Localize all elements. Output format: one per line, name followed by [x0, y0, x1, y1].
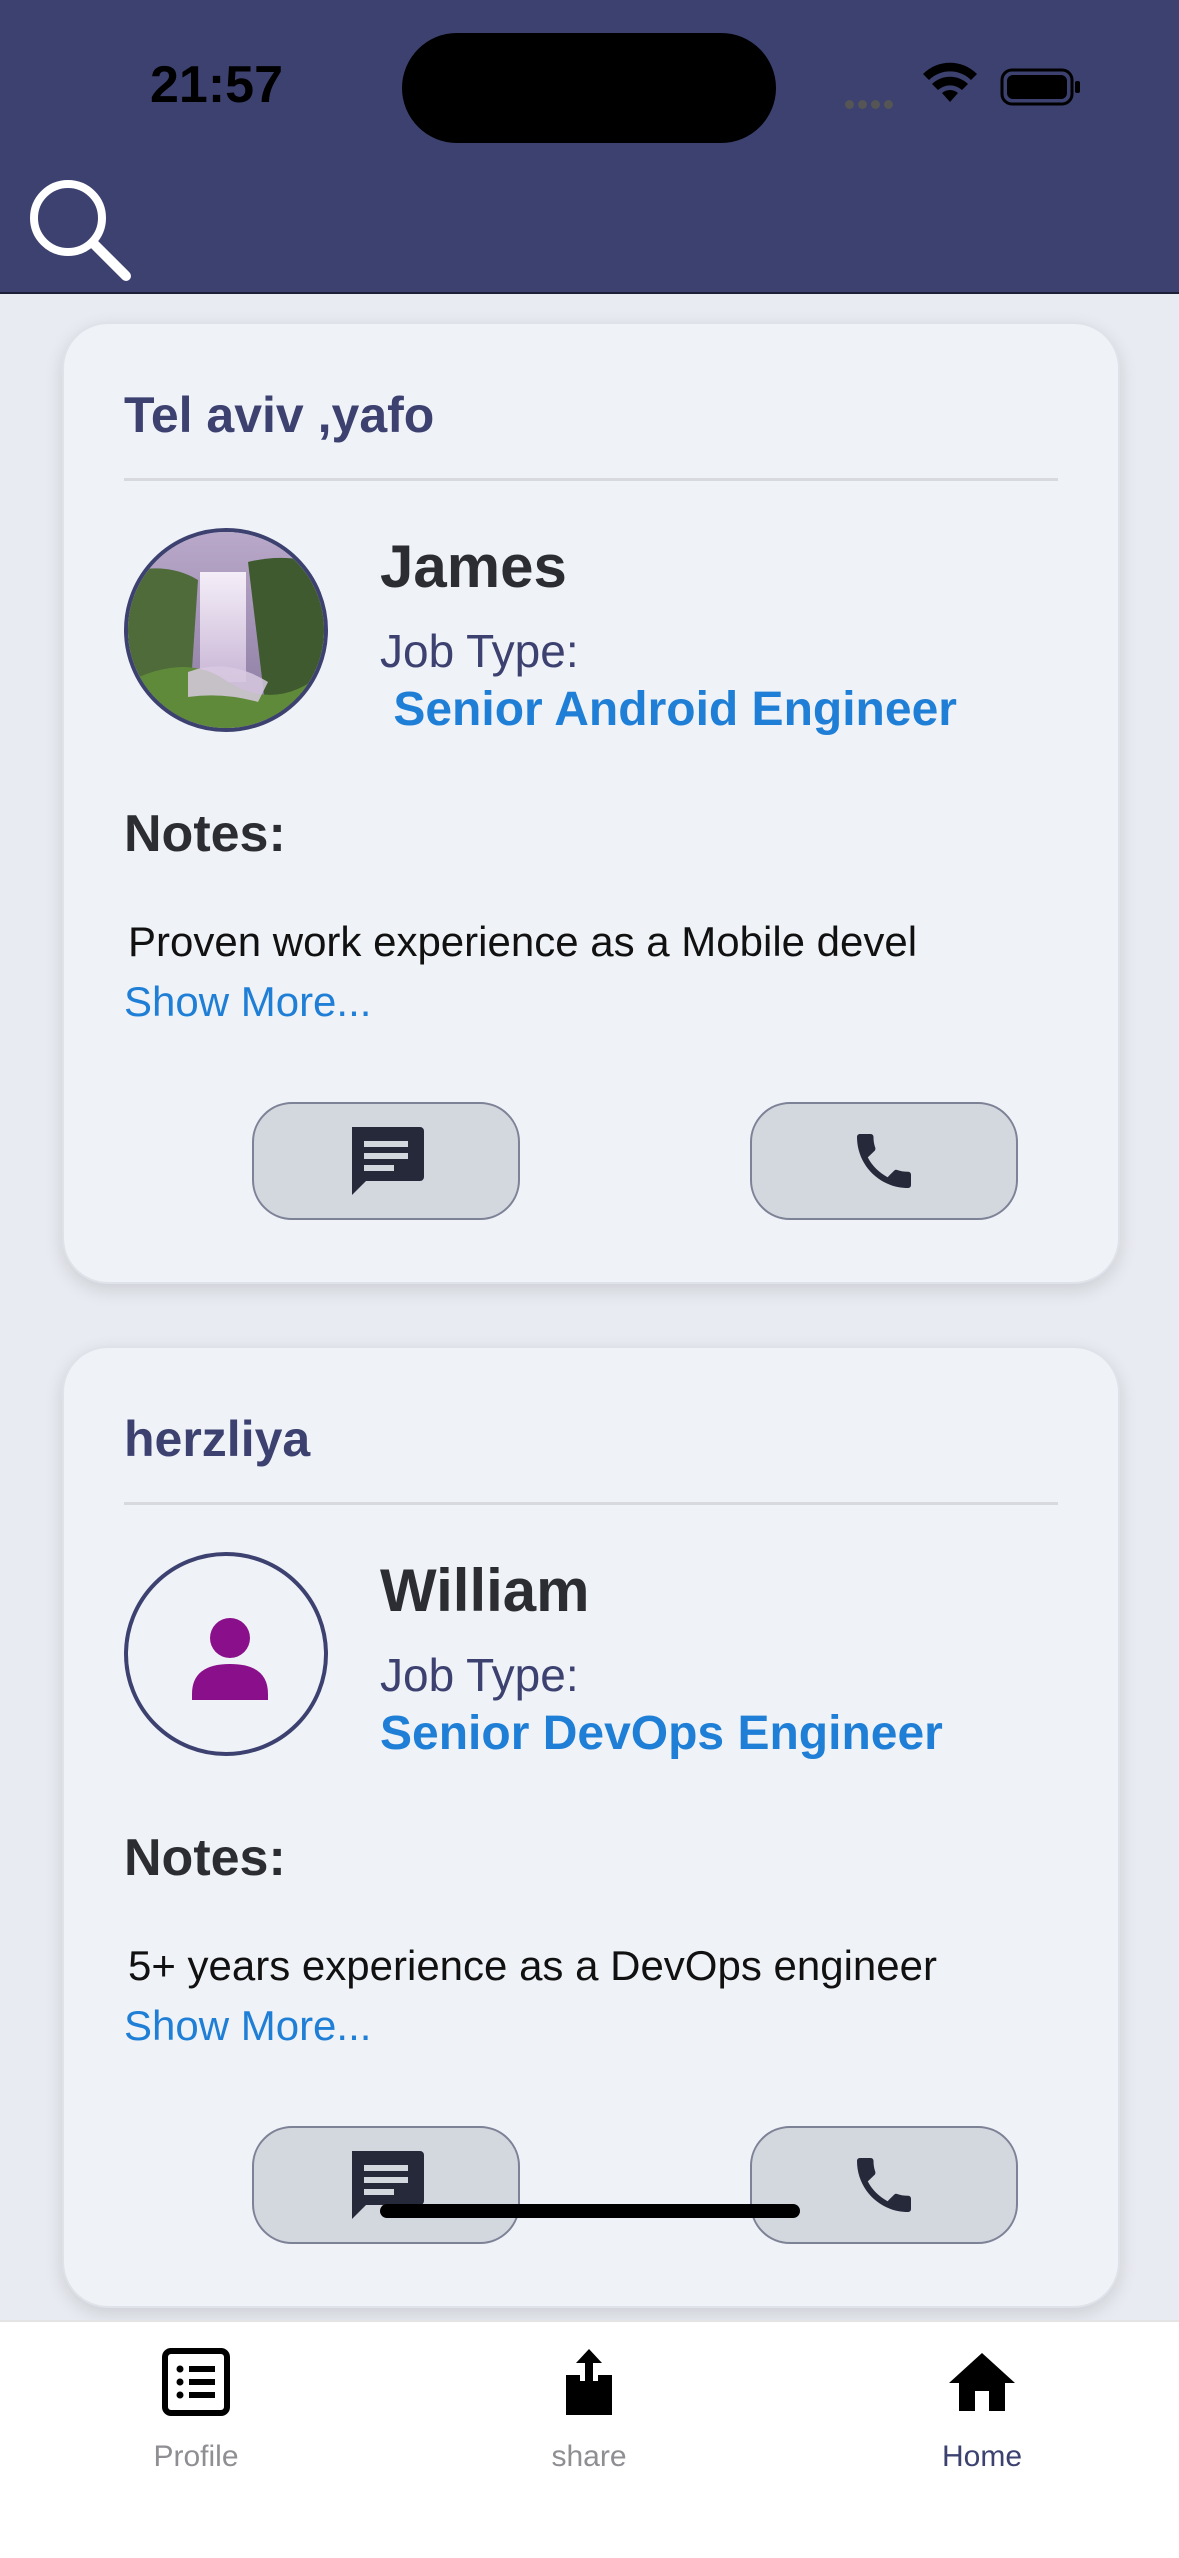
avatar — [124, 1552, 328, 1756]
notes-label: Notes: — [124, 805, 286, 863]
waterfall-photo — [128, 532, 324, 728]
card-city: Tel aviv ,yafo — [124, 387, 435, 443]
card-city: herzliya — [124, 1411, 311, 1467]
card-divider — [124, 1502, 1058, 1505]
job-card[interactable]: Tel aviv ,yafo James Job Type: Senior An… — [62, 322, 1120, 1284]
signal-icon — [845, 96, 897, 114]
notes-text: Proven work experience as a Mobile devel — [128, 918, 918, 965]
status-time: 21:57 — [150, 56, 283, 114]
message-icon — [352, 1127, 424, 1195]
job-type-value: Senior DevOps Engineer — [380, 1707, 943, 1760]
tab-home[interactable]: Home — [862, 2342, 1102, 2482]
message-button[interactable] — [252, 2126, 520, 2244]
avatar — [124, 528, 328, 732]
search-icon[interactable] — [24, 176, 132, 284]
call-button[interactable] — [750, 2126, 1018, 2244]
tab-share-label: share — [551, 2440, 627, 2473]
home-icon — [949, 2353, 1015, 2411]
show-more-link[interactable]: Show More... — [124, 978, 371, 1026]
wifi-icon — [923, 62, 977, 102]
person-name: James — [380, 533, 567, 600]
phone-icon — [857, 2158, 911, 2212]
job-type-label: Job Type: — [380, 625, 579, 677]
app-header: 21:57 — [0, 0, 1179, 294]
battery-icon — [1000, 68, 1080, 106]
tab-home-label: Home — [941, 2440, 1023, 2473]
job-type-label: Job Type: — [380, 1649, 579, 1701]
message-button[interactable] — [252, 1102, 520, 1220]
share-icon — [566, 2349, 612, 2415]
call-button[interactable] — [750, 1102, 1018, 1220]
dynamic-island — [402, 33, 776, 143]
tab-profile[interactable]: Profile — [76, 2342, 316, 2482]
job-type-value: Senior Android Engineer — [380, 683, 957, 736]
card-divider — [124, 478, 1058, 481]
notes-label: Notes: — [124, 1829, 286, 1887]
show-more-link[interactable]: Show More... — [124, 2002, 371, 2050]
list-icon — [162, 2348, 230, 2416]
phone-icon — [857, 1134, 911, 1188]
tab-bar: Profile share Home — [0, 2204, 1179, 2558]
tab-share[interactable]: share — [469, 2342, 709, 2482]
person-name: William — [380, 1557, 590, 1624]
job-card[interactable]: herzliya William Job Type: Senior DevOps… — [62, 1346, 1120, 2308]
notes-text: 5+ years experience as a DevOps engineer — [128, 1942, 937, 1989]
home-indicator — [380, 2204, 800, 2218]
tab-profile-label: Profile — [153, 2440, 239, 2473]
person-icon — [192, 1618, 268, 1700]
